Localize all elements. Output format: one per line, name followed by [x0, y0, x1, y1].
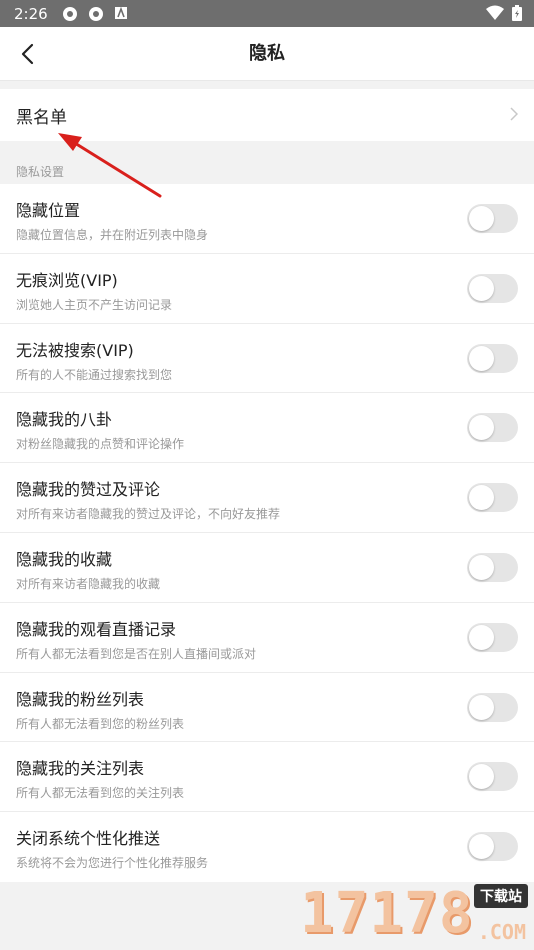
toggle-switch[interactable]: [467, 204, 518, 233]
toggle-title: 隐藏位置: [16, 201, 81, 220]
font-notification-icon: [114, 6, 130, 22]
toggle-row[interactable]: 关闭系统个性化推送 系统将不会为您进行个性化推荐服务: [0, 812, 534, 882]
toggle-switch[interactable]: [467, 273, 518, 303]
toggle-row[interactable]: 隐藏我的关注列表 所有人都无法看到您的关注列表: [0, 742, 534, 813]
toggle-row[interactable]: 隐藏位置 隐藏位置信息，并在附近列表中隐身: [0, 184, 534, 254]
toggle-switch[interactable]: [467, 832, 518, 862]
toggle-title: 隐藏我的观看直播记录: [16, 619, 177, 639]
toggle-row[interactable]: 隐藏我的观看直播记录 所有人都无法看到您是否在别人直播间或派对: [0, 603, 534, 673]
wifi-icon: [486, 5, 504, 25]
toggle-subtitle: 隐藏位置信息，并在附近列表中隐身: [16, 228, 209, 242]
toggle-subtitle: 系统将不会为您进行个性化推荐服务: [16, 856, 209, 871]
watermark-tag: 下载站: [474, 884, 528, 908]
toggle-title: 隐藏我的关注列表: [16, 759, 145, 779]
toggle-switch[interactable]: [467, 343, 518, 373]
app-notification-icon: [88, 6, 104, 22]
watermark-number: 17178: [300, 881, 474, 946]
toggle-subtitle: 对所有来访者隐藏我的赞过及评论，不向好友推荐: [16, 507, 281, 522]
app-notification-icon: [62, 6, 78, 22]
status-time: 2:26: [14, 4, 48, 23]
status-bar: 2:26: [0, 0, 534, 27]
toggle-subtitle: 对粉丝隐藏我的点赞和评论操作: [16, 437, 185, 452]
toggle-row[interactable]: 无痕浏览(VIP) 浏览她人主页不产生访问记录: [0, 254, 534, 324]
blacklist-row[interactable]: 黑名单: [0, 89, 534, 141]
page-title: 隐私: [249, 43, 285, 64]
watermark-domain: .COM: [477, 920, 526, 944]
toggle-switch[interactable]: [467, 483, 518, 513]
toggle-switch[interactable]: [467, 552, 518, 582]
toggle-subtitle: 所有人都无法看到您是否在别人直播间或派对: [16, 646, 257, 661]
toggle-subtitle: 所有人都无法看到您的关注列表: [16, 786, 185, 801]
toggle-row[interactable]: 隐藏我的赞过及评论 对所有来访者隐藏我的赞过及评论，不向好友推荐: [0, 463, 534, 533]
toggle-switch[interactable]: [467, 622, 518, 652]
toggle-switch[interactable]: [467, 692, 518, 722]
toggle-title: 隐藏我的粉丝列表: [16, 689, 145, 709]
battery-icon: [512, 5, 522, 25]
nav-bar: 隐私: [0, 27, 534, 81]
toggle-subtitle: 对所有来访者隐藏我的收藏: [16, 576, 161, 591]
toggle-title: 无痕浏览(VIP): [16, 270, 118, 290]
privacy-toggle-list: 隐藏位置 隐藏位置信息，并在附近列表中隐身 无痕浏览(VIP) 浏览她人主页不产…: [0, 184, 534, 882]
toggle-subtitle: 所有人都无法看到您的粉丝列表: [16, 716, 185, 731]
toggle-title: 隐藏我的八卦: [16, 410, 113, 430]
toggle-subtitle: 所有的人不能通过搜索找到您: [16, 367, 173, 382]
toggle-title: 关闭系统个性化推送: [16, 829, 161, 849]
toggle-title: 隐藏我的赞过及评论: [16, 480, 161, 500]
chevron-right-icon: [510, 106, 519, 126]
toggle-row[interactable]: 隐藏我的收藏 对所有来访者隐藏我的收藏: [0, 533, 534, 603]
toggle-title: 无法被搜索(VIP): [16, 340, 134, 360]
toggle-switch[interactable]: [467, 413, 518, 443]
blacklist-label: 黑名单: [16, 107, 67, 128]
toggle-row[interactable]: 无法被搜索(VIP) 所有的人不能通过搜索找到您: [0, 324, 534, 394]
toggle-row[interactable]: 隐藏我的八卦 对粉丝隐藏我的点赞和评论操作: [0, 393, 534, 464]
section-label: 隐私设置: [16, 165, 65, 179]
toggle-switch[interactable]: [467, 762, 518, 792]
toggle-subtitle: 浏览她人主页不产生访问记录: [16, 297, 173, 312]
toggle-row[interactable]: 隐藏我的粉丝列表 所有人都无法看到您的粉丝列表: [0, 673, 534, 743]
watermark-logo: 17178 下载站 .COM: [300, 878, 530, 950]
toggle-title: 隐藏我的收藏: [16, 549, 113, 569]
